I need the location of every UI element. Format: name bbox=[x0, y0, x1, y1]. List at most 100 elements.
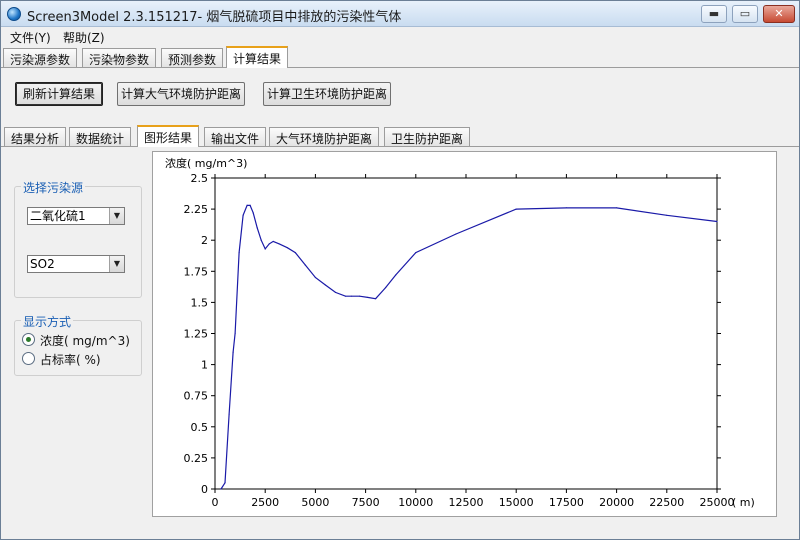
data-point bbox=[324, 284, 327, 286]
y-tick-label: 0 bbox=[201, 483, 208, 496]
data-point bbox=[350, 295, 353, 297]
x-tick-label: 15000 bbox=[499, 496, 534, 509]
x-tick-label: 7500 bbox=[352, 496, 380, 509]
refresh-results-button[interactable]: 刷新计算结果 bbox=[15, 82, 103, 106]
radio-standard-ratio-label: 占标率( %) bbox=[40, 353, 101, 367]
source-group-title: 选择污染源 bbox=[21, 179, 86, 196]
pollutant-combo[interactable]: SO2 ▼ bbox=[27, 255, 125, 273]
sub-tab-strip: 结果分析 数据统计 图形结果 输出文件 大气环境防护距离 卫生防护距离 bbox=[1, 125, 799, 147]
tab-graph-results[interactable]: 图形结果 bbox=[137, 125, 200, 147]
source-select-group: 选择污染源 二氧化硫1 ▼ SO2 ▼ bbox=[14, 179, 142, 298]
tab-atmos-distance[interactable]: 大气环境防护距离 bbox=[269, 127, 380, 146]
data-point bbox=[395, 274, 397, 276]
y-tick-label: 1.25 bbox=[184, 328, 209, 341]
data-point bbox=[256, 227, 258, 229]
y-tick-label: 1.5 bbox=[191, 296, 209, 309]
x-tick-label: 20000 bbox=[599, 496, 634, 509]
data-point bbox=[358, 295, 361, 297]
minimize-button[interactable]: ▬ bbox=[701, 5, 727, 23]
menu-bar: 文件(Y) 帮助(Z) bbox=[1, 27, 799, 45]
y-tick-label: 1.75 bbox=[184, 265, 209, 278]
data-point bbox=[238, 252, 240, 254]
data-point bbox=[260, 239, 262, 241]
data-point bbox=[455, 233, 457, 235]
data-point bbox=[278, 243, 280, 245]
x-tick-label: 17500 bbox=[549, 496, 584, 509]
data-point bbox=[224, 482, 226, 484]
menu-file[interactable]: 文件(Y) bbox=[10, 29, 51, 46]
chart-panel: 0 0.25 0.5 0.75 1 1.25 1.5 1.75 2 2.25 2.5 0 2500 500… bbox=[152, 151, 777, 517]
y-tick-label: 0.5 bbox=[191, 421, 209, 434]
data-point bbox=[375, 298, 377, 300]
display-group-title: 显示方式 bbox=[21, 313, 74, 330]
tab-data-stats[interactable]: 数据统计 bbox=[69, 127, 132, 146]
window-title: Screen3Model 2.3.151217- 烟气脱硫项目中排放的污染性气体 bbox=[27, 10, 402, 25]
calc-sanitary-distance-button[interactable]: 计算卫生环境防护距离 bbox=[263, 82, 391, 106]
y-tick-label: 2 bbox=[201, 234, 208, 247]
radio-concentration[interactable] bbox=[22, 333, 35, 346]
app-window: Screen3Model 2.3.151217- 烟气脱硫项目中排放的污染性气体… bbox=[0, 0, 800, 540]
title-bar: Screen3Model 2.3.151217- 烟气脱硫项目中排放的污染性气体… bbox=[1, 1, 799, 27]
x-tick-label: 10000 bbox=[398, 496, 433, 509]
data-point bbox=[249, 204, 251, 206]
x-tick-label: 2500 bbox=[251, 496, 279, 509]
tab-output-file[interactable]: 输出文件 bbox=[204, 127, 267, 146]
x-tick-label: 0 bbox=[212, 496, 219, 509]
x-tick-label: 12500 bbox=[449, 496, 484, 509]
plot-frame bbox=[214, 177, 718, 490]
y-tick-label: 0.25 bbox=[184, 452, 209, 465]
pollutant-combo-value: SO2 bbox=[30, 257, 55, 271]
y-tick-label: 2.25 bbox=[184, 203, 209, 216]
data-point bbox=[616, 207, 618, 209]
data-point bbox=[716, 220, 718, 223]
maximize-button[interactable]: ▭ bbox=[732, 5, 758, 23]
radio-concentration-label: 浓度( mg/m^3) bbox=[40, 334, 130, 348]
data-point bbox=[220, 488, 222, 490]
chevron-down-icon[interactable]: ▼ bbox=[109, 256, 124, 272]
main-tab-strip: 污染源参数 污染物参数 预测参数 计算结果 bbox=[1, 46, 799, 68]
data-point bbox=[286, 247, 288, 249]
data-point bbox=[515, 208, 517, 210]
chevron-down-icon[interactable]: ▼ bbox=[109, 208, 124, 224]
tab-prediction-params[interactable]: 预测参数 bbox=[161, 48, 224, 67]
x-tick-label: 25000 bbox=[700, 496, 735, 509]
x-axis-label: ( m) bbox=[732, 496, 755, 509]
close-button[interactable]: ✕ bbox=[763, 5, 795, 23]
y-tick-label: 1 bbox=[201, 359, 208, 372]
x-tick-label: 5000 bbox=[301, 496, 329, 509]
app-icon bbox=[7, 7, 21, 21]
y-tick-label: 0.75 bbox=[184, 390, 209, 403]
calc-atmos-distance-button[interactable]: 计算大气环境防护距离 bbox=[117, 82, 245, 106]
data-point bbox=[228, 413, 230, 415]
tab-source-params[interactable]: 污染源参数 bbox=[3, 48, 78, 67]
x-tick-label: 22500 bbox=[649, 496, 684, 509]
data-point bbox=[272, 240, 274, 243]
data-point bbox=[246, 204, 248, 206]
data-point bbox=[304, 264, 306, 266]
data-point bbox=[252, 212, 254, 214]
y-axis-label: 浓度( mg/m^3) bbox=[165, 156, 247, 170]
data-point bbox=[264, 248, 266, 250]
data-point bbox=[234, 332, 236, 335]
data-point bbox=[565, 207, 567, 209]
data-point bbox=[268, 243, 270, 245]
tab-calc-results[interactable]: 计算结果 bbox=[226, 46, 289, 68]
data-point bbox=[367, 296, 369, 299]
y-tick-label: 2.5 bbox=[191, 172, 209, 185]
menu-help[interactable]: 帮助(Z) bbox=[63, 29, 105, 46]
data-point bbox=[334, 291, 337, 294]
data-point bbox=[344, 295, 347, 297]
tab-pollutant-params[interactable]: 污染物参数 bbox=[82, 48, 157, 67]
data-point bbox=[314, 276, 316, 279]
tab-sanitary-distance[interactable]: 卫生防护距离 bbox=[384, 127, 471, 146]
display-mode-group: 显示方式 浓度( mg/m^3) 占标率( %) bbox=[14, 313, 142, 376]
concentration-chart: 0 0.25 0.5 0.75 1 1.25 1.5 1.75 2 2.25 2.5 0 2500 500… bbox=[165, 156, 755, 509]
data-point bbox=[294, 252, 296, 254]
data-point bbox=[666, 214, 668, 216]
source-combo[interactable]: 二氧化硫1 ▼ bbox=[27, 207, 125, 225]
data-point bbox=[242, 214, 244, 216]
data-point bbox=[385, 286, 387, 289]
radio-standard-ratio[interactable] bbox=[22, 352, 35, 365]
tab-result-analysis[interactable]: 结果分析 bbox=[4, 127, 67, 146]
data-point bbox=[232, 351, 234, 353]
